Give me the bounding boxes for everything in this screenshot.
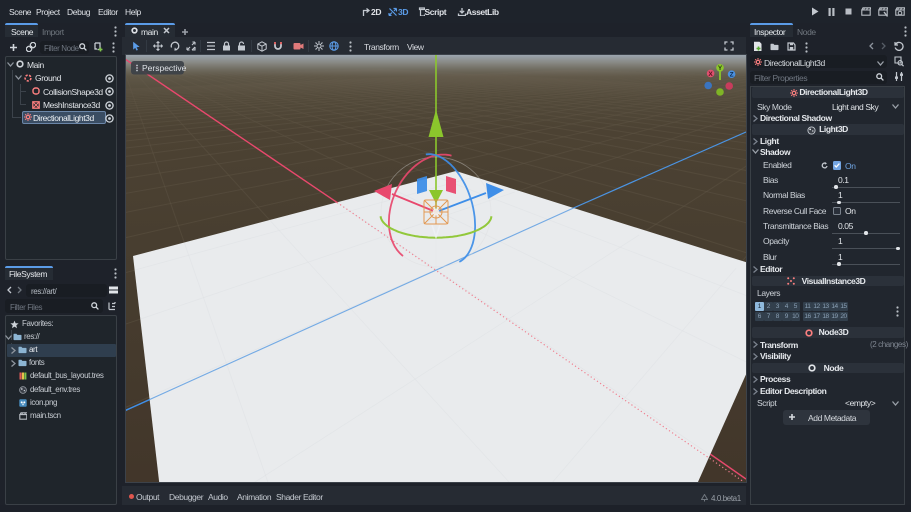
svg-text:X: X	[708, 71, 713, 78]
svg-text:Z: Z	[730, 72, 734, 79]
svg-text:Y: Y	[718, 65, 723, 72]
svg-text:Perspective: Perspective	[142, 63, 187, 73]
